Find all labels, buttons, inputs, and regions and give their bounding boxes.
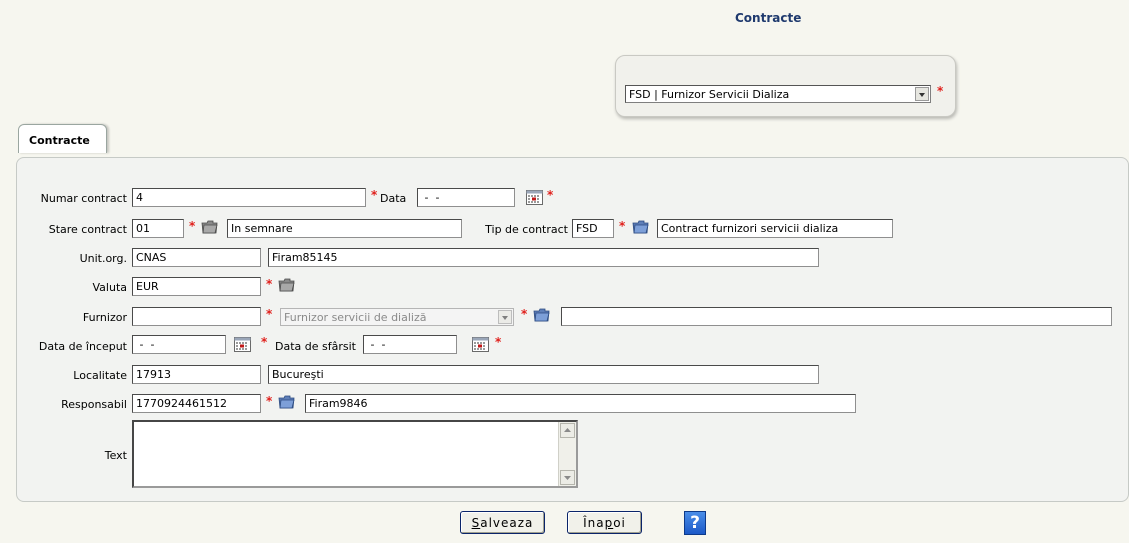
contract-type-select-value: FSD | Furnizor Servicii Dializa (629, 88, 790, 101)
unit-org-code-input[interactable]: CNAS (132, 248, 261, 267)
responsabil-description: Firam9846 (305, 394, 856, 413)
required-marker: * (547, 188, 554, 202)
help-icon[interactable]: ? (684, 511, 706, 535)
numar-contract-label: Numar contract (40, 192, 127, 205)
valuta-input[interactable]: EUR (132, 277, 261, 296)
save-button-label: alveaza (480, 516, 534, 530)
calendar-icon[interactable] (472, 337, 489, 352)
text-textarea[interactable] (132, 420, 578, 488)
furnizor-description (561, 307, 1112, 326)
furnizor-code-input[interactable] (132, 307, 261, 326)
furnizor-label: Furnizor (82, 311, 127, 324)
furnizor-type-value: Furnizor servicii de dializă (284, 311, 427, 324)
responsabil-code-input[interactable]: 1770924461512 (132, 394, 261, 413)
unit-org-label: Unit.org. (79, 252, 127, 265)
data-input[interactable]: - - (417, 188, 515, 207)
data-label: Data (380, 192, 407, 205)
help-button-label: ? (690, 513, 700, 533)
back-button-label-start: Îna (583, 516, 605, 530)
data-inceput-input[interactable]: - - (132, 335, 226, 354)
dropdown-arrow-icon (498, 310, 512, 324)
tip-contract-code-input[interactable]: FSD (572, 219, 614, 238)
back-button[interactable]: Înapoi (567, 511, 642, 534)
save-button-hotkey: S (471, 516, 481, 530)
stare-contract-label: Stare contract (48, 223, 127, 236)
dropdown-arrow-icon[interactable] (915, 87, 929, 101)
furnizor-type-select: Furnizor servicii de dializă (280, 308, 514, 326)
localitate-label: Localitate (73, 369, 127, 382)
textarea-scrollbar[interactable] (558, 422, 576, 486)
responsabil-label: Responsabil (61, 398, 127, 411)
tab-contracte-label: Contracte (29, 134, 90, 147)
calendar-icon[interactable] (234, 337, 251, 352)
tip-contract-label: Tip de contract (485, 223, 568, 236)
scroll-down-icon[interactable] (560, 470, 575, 485)
data-sfarsit-input[interactable]: - - (363, 335, 457, 354)
tab-contracte[interactable]: Contracte (18, 124, 107, 153)
required-marker: * (619, 219, 626, 233)
back-button-label-end: oi (613, 516, 626, 530)
unit-org-description: Firam85145 (268, 248, 819, 267)
data-sfarsit-label: Data de sfârsit (275, 340, 356, 353)
localitate-code-input[interactable]: 17913 (132, 365, 261, 384)
folder-icon[interactable] (278, 395, 295, 409)
tip-contract-description: Contract furnizori servicii dializa (657, 219, 893, 238)
calendar-icon[interactable] (526, 190, 543, 205)
required-marker: * (261, 335, 268, 349)
required-marker: * (266, 307, 273, 321)
localitate-description: Bucureşti (268, 365, 819, 384)
folder-icon[interactable] (533, 308, 550, 322)
required-marker: * (189, 219, 196, 233)
save-button[interactable]: Salveaza (460, 511, 545, 534)
required-marker: * (521, 307, 528, 321)
data-inceput-label: Data de început (38, 340, 127, 353)
numar-contract-input[interactable]: 4 (132, 188, 366, 207)
page-title: Contracte (735, 11, 802, 25)
stare-contract-description: In semnare (227, 219, 462, 238)
required-marker: * (495, 335, 502, 349)
required-marker: * (937, 84, 944, 98)
required-marker: * (266, 277, 273, 291)
scroll-up-icon[interactable] (560, 423, 575, 438)
folder-icon[interactable] (278, 278, 295, 292)
folder-icon[interactable] (632, 220, 649, 234)
required-marker: * (266, 394, 273, 408)
contract-type-select[interactable]: FSD | Furnizor Servicii Dializa (625, 85, 931, 103)
required-marker: * (371, 188, 378, 202)
text-label: Text (104, 449, 127, 462)
back-button-hotkey: p (604, 516, 614, 530)
folder-icon[interactable] (201, 220, 218, 234)
stare-contract-code-input[interactable]: 01 (132, 219, 184, 238)
valuta-label: Valuta (92, 281, 128, 294)
